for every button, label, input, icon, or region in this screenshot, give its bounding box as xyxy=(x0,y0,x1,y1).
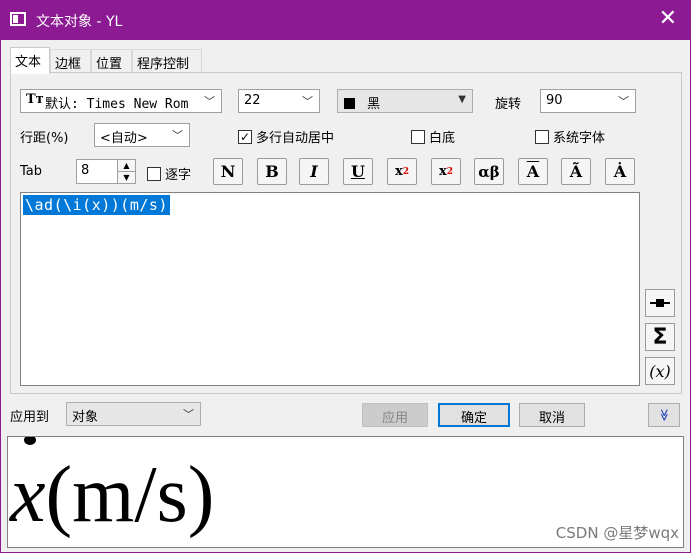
dot-accent-icon: Ȧ xyxy=(613,162,627,181)
tilde-icon: Ã xyxy=(569,162,583,181)
chevron-down-icon: ﹀ xyxy=(204,95,215,108)
apply-button[interactable]: 应用 xyxy=(362,403,428,427)
chevron-down-icon: ﹀ xyxy=(302,95,313,108)
italic-icon: I xyxy=(310,162,318,181)
line-symbol-icon xyxy=(650,299,670,307)
dot-accent-button[interactable]: Ȧ xyxy=(605,158,635,185)
color-swatch xyxy=(344,98,355,109)
apply-to-value: 对象 xyxy=(72,410,99,425)
normal-icon: N xyxy=(220,162,236,181)
italic-button[interactable]: I xyxy=(299,158,329,185)
font-size-select[interactable]: 22 ﹀ xyxy=(238,89,320,113)
tab-text[interactable]: 文本 xyxy=(10,47,50,74)
rotation-value: 90 xyxy=(546,93,563,108)
expand-button[interactable]: ≫ xyxy=(648,403,680,427)
window-title: 文本对象 - YL xyxy=(36,14,123,30)
bold-icon: B xyxy=(265,162,279,181)
chevron-down-icon: ﹀ xyxy=(183,408,194,421)
title-bar: 文本对象 - YL ✕ xyxy=(0,0,691,40)
normal-button[interactable]: N xyxy=(213,158,243,185)
function-icon: (x) xyxy=(649,361,671,381)
tab-size-label: Tab xyxy=(20,164,43,179)
multiline-center-label: 多行自动居中 xyxy=(256,131,335,146)
subscript-icon: x xyxy=(438,164,447,179)
sigma-button[interactable]: Σ xyxy=(645,323,675,351)
watermark: CSDN @星梦wqx xyxy=(555,524,679,542)
line-spacing-value: <自动> xyxy=(100,131,148,146)
truetype-font-icon: Tт xyxy=(26,92,44,107)
double-chevron-down-icon: ≫ xyxy=(657,408,671,422)
insert-symbol-button[interactable] xyxy=(645,289,675,317)
app-window-icon xyxy=(10,12,26,26)
function-button[interactable]: (x) xyxy=(645,357,675,385)
char-by-char-checkbox[interactable]: 逐字 xyxy=(147,164,191,183)
dropdown-arrow-icon: ▼ xyxy=(458,94,466,105)
preview-variable: x xyxy=(10,451,46,539)
subscript-button[interactable]: x2 xyxy=(431,158,461,185)
rotation-label: 旋转 xyxy=(495,97,522,112)
checkbox-box xyxy=(535,129,549,144)
apply-to-select[interactable]: 对象 ﹀ xyxy=(66,402,201,426)
font-select[interactable]: Tт 默认: Times New Rom ﹀ xyxy=(20,89,222,113)
white-bg-label: 白底 xyxy=(429,131,456,146)
system-font-label: 系统字体 xyxy=(553,131,606,146)
close-icon[interactable]: ✕ xyxy=(659,7,677,31)
superscript-mark: 2 xyxy=(402,166,410,177)
font-select-value: 默认: Times New Rom xyxy=(45,97,189,112)
preview-expression: x(m/s) xyxy=(10,449,214,541)
bold-button[interactable]: B xyxy=(257,158,287,185)
checkbox-box xyxy=(147,166,161,181)
preview-units: (m/s) xyxy=(45,451,215,539)
multiline-center-checkbox[interactable]: ✓ 多行自动居中 xyxy=(238,127,334,146)
tab-size-input[interactable]: 8 xyxy=(76,159,118,184)
superscript-button[interactable]: x2 xyxy=(387,158,417,185)
selected-text: \ad(\i(x))(m/s) xyxy=(23,195,170,215)
white-bg-checkbox[interactable]: 白底 xyxy=(411,127,455,146)
window-border-left xyxy=(0,40,1,553)
subscript-mark: 2 xyxy=(446,166,454,177)
sigma-icon: Σ xyxy=(652,324,668,350)
spin-down-icon[interactable]: ▼ xyxy=(117,171,136,184)
apply-to-label: 应用到 xyxy=(10,410,50,425)
tab-size-spinner: 8 ▲ ▼ xyxy=(76,159,136,184)
color-select[interactable]: 黑 ▼ xyxy=(337,89,473,113)
greek-button[interactable]: αβ xyxy=(474,158,504,185)
greek-icon: αβ xyxy=(478,162,500,181)
underline-button[interactable]: U xyxy=(343,158,373,185)
ok-button[interactable]: 确定 xyxy=(438,403,510,427)
checkbox-box xyxy=(411,129,425,144)
checkmark-icon: ✓ xyxy=(238,129,252,144)
cancel-button[interactable]: 取消 xyxy=(519,403,585,427)
tab-position[interactable]: 位置 xyxy=(91,49,132,73)
text-editor[interactable]: \ad(\i(x))(m/s) xyxy=(20,192,640,386)
line-spacing-select[interactable]: <自动> ﹀ xyxy=(94,123,190,147)
line-spacing-label: 行距(%) xyxy=(20,131,69,146)
tilde-button[interactable]: Ã xyxy=(561,158,591,185)
rotation-select[interactable]: 90 ﹀ xyxy=(540,89,636,113)
overbar-icon: A xyxy=(526,162,540,181)
superscript-icon: x xyxy=(394,164,403,179)
tab-border[interactable]: 边框 xyxy=(50,49,91,73)
system-font-checkbox[interactable]: 系统字体 xyxy=(535,127,605,146)
chevron-down-icon: ﹀ xyxy=(172,129,183,142)
chevron-down-icon: ﹀ xyxy=(618,95,629,108)
char-by-char-label: 逐字 xyxy=(165,168,192,183)
tab-program-control[interactable]: 程序控制 xyxy=(132,49,202,73)
underline-icon: U xyxy=(351,162,365,181)
font-size-value: 22 xyxy=(244,93,261,108)
overbar-button[interactable]: A xyxy=(518,158,548,185)
color-value: 黑 xyxy=(367,97,381,112)
dot-accent-mark xyxy=(24,437,36,445)
